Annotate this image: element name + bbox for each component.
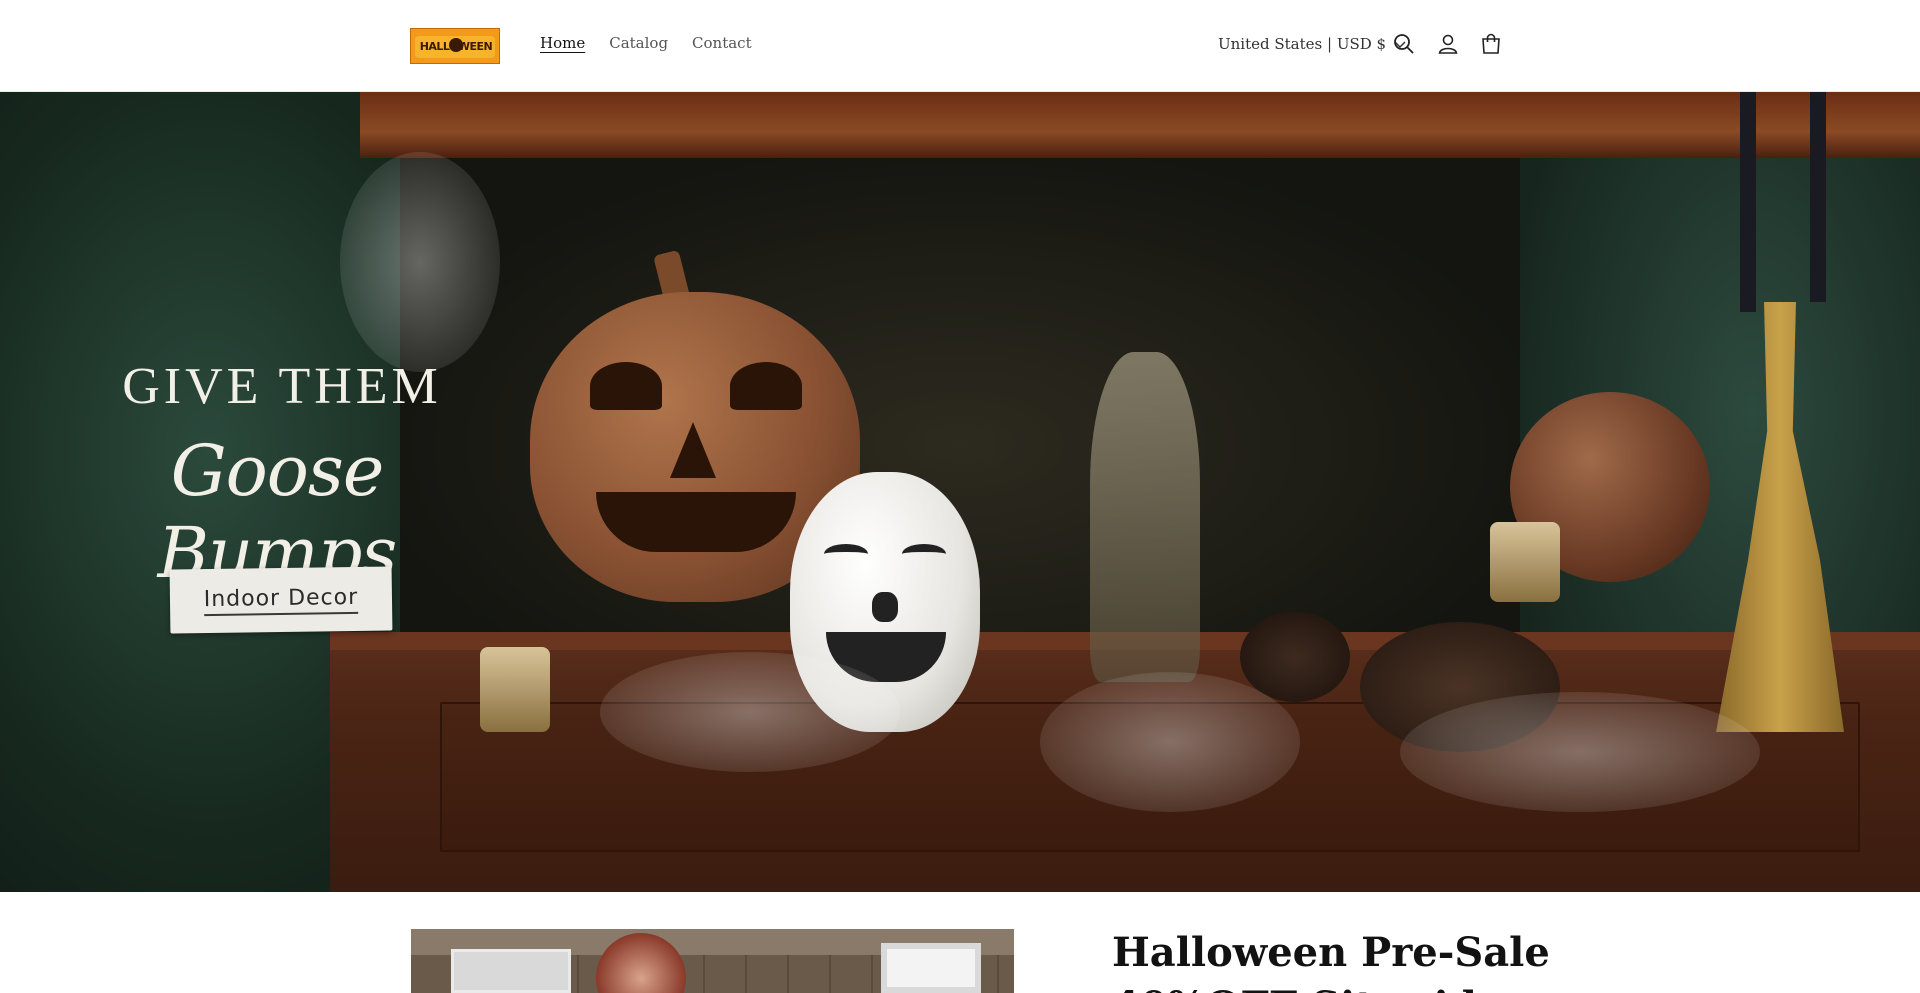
glass-decanter-image <box>1090 352 1200 682</box>
promo-heading-line2: 40%OFF Sitewide <box>1112 983 1502 993</box>
nav-contact-link[interactable]: Contact <box>692 34 752 52</box>
promo-heading: Halloween Pre-Sale 40%OFF Sitewide <box>1112 926 1612 993</box>
fog-effect <box>1040 672 1300 812</box>
promo-image[interactable] <box>411 929 1014 993</box>
locale-label: United States | USD $ <box>1218 35 1387 53</box>
fog-effect <box>1400 692 1760 812</box>
candle-image <box>1740 92 1756 312</box>
spider-image <box>1240 612 1350 702</box>
account-icon[interactable] <box>1436 32 1460 56</box>
votive-image <box>480 647 550 732</box>
fog-effect <box>600 652 900 772</box>
search-icon[interactable] <box>1392 32 1416 56</box>
main-nav: Home Catalog Contact <box>540 34 752 52</box>
indoor-decor-button[interactable]: Indoor Decor <box>169 566 393 634</box>
promo-heading-line1: Halloween Pre-Sale <box>1112 929 1550 976</box>
cta-label: Indoor Decor <box>203 584 359 616</box>
hero-heading-line1: GIVE THEM <box>122 358 442 415</box>
nav-home-link[interactable]: Home <box>540 34 585 52</box>
votive-image <box>1490 522 1560 602</box>
hero-mantel <box>360 92 1920 158</box>
cart-icon[interactable] <box>1479 32 1503 56</box>
nav-catalog-link[interactable]: Catalog <box>609 34 668 52</box>
logo-text: HALLOWEEN <box>419 40 493 53</box>
country-currency-selector[interactable]: United States | USD $ <box>1218 35 1406 53</box>
candle-image <box>1810 92 1826 302</box>
hero-banner: GIVE THEM Goose Bumps Indoor Decor <box>0 92 1920 892</box>
site-header: HALLOWEEN Home Catalog Contact United St… <box>0 0 1920 92</box>
store-logo[interactable]: HALLOWEEN <box>410 28 500 64</box>
fog-effect <box>340 152 500 372</box>
